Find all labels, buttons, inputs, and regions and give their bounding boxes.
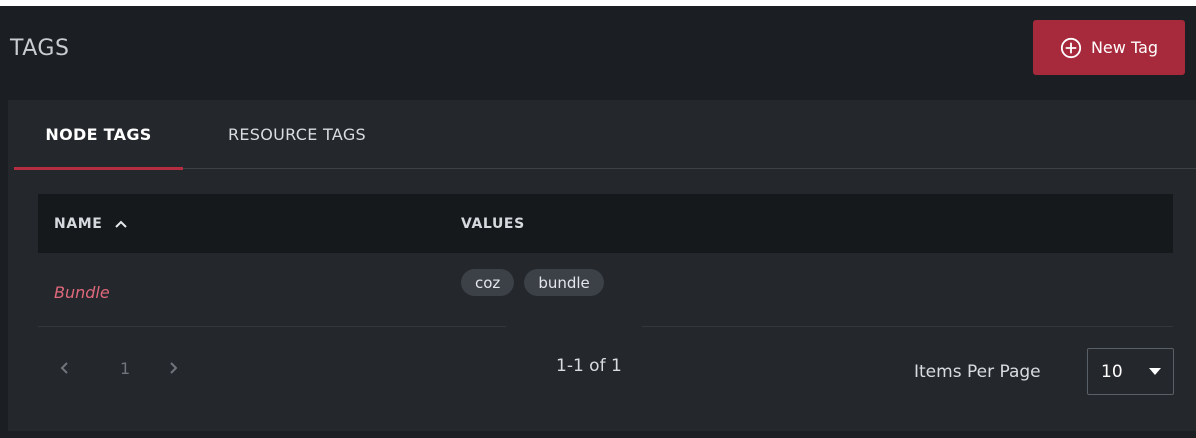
column-header-values-label: VALUES — [461, 215, 525, 232]
tag-values: coz bundle — [461, 269, 604, 296]
plus-circle-icon — [1060, 37, 1082, 58]
chevron-left-icon — [60, 362, 68, 374]
items-per-page-select[interactable]: 10 — [1087, 348, 1174, 395]
column-header-values: VALUES — [461, 194, 525, 253]
column-header-name-label: NAME — [54, 215, 103, 232]
tab-bar: NODE TAGS RESOURCE TAGS — [14, 100, 1196, 170]
column-header-name[interactable]: NAME — [54, 194, 128, 253]
chevron-up-icon — [115, 220, 128, 228]
page-range-text: 1-1 of 1 — [556, 356, 622, 376]
value-chip: bundle — [524, 269, 604, 296]
chevron-right-icon — [170, 362, 178, 374]
items-per-page-value: 10 — [1101, 361, 1123, 382]
new-tag-button[interactable]: New Tag — [1033, 20, 1185, 75]
page-number[interactable]: 1 — [120, 356, 130, 380]
tab-resource-tags[interactable]: RESOURCE TAGS — [197, 100, 397, 169]
pagination-bar: 1 1-1 of 1 Items Per Page 10 — [38, 327, 1174, 409]
page-header: TAGS New Tag — [0, 6, 1196, 100]
tags-panel: NODE TAGS RESOURCE TAGS NAME VALUES Bund… — [8, 100, 1196, 431]
value-chip: coz — [461, 269, 515, 296]
prev-page-button[interactable] — [58, 356, 72, 380]
new-tag-label: New Tag — [1090, 38, 1159, 57]
tag-name-link[interactable]: Bundle — [54, 283, 110, 302]
tags-page: TAGS New Tag NODE TAGS RESOURCE TAGS NAM… — [0, 6, 1196, 438]
caret-down-icon — [1149, 367, 1161, 375]
next-page-button[interactable] — [166, 356, 180, 380]
tab-node-tags[interactable]: NODE TAGS — [14, 100, 183, 170]
items-per-page-label: Items Per Page — [914, 362, 1041, 382]
page-title: TAGS — [10, 36, 70, 61]
table-row: Bundle coz bundle — [38, 253, 1173, 327]
table-header: NAME VALUES — [38, 194, 1173, 253]
